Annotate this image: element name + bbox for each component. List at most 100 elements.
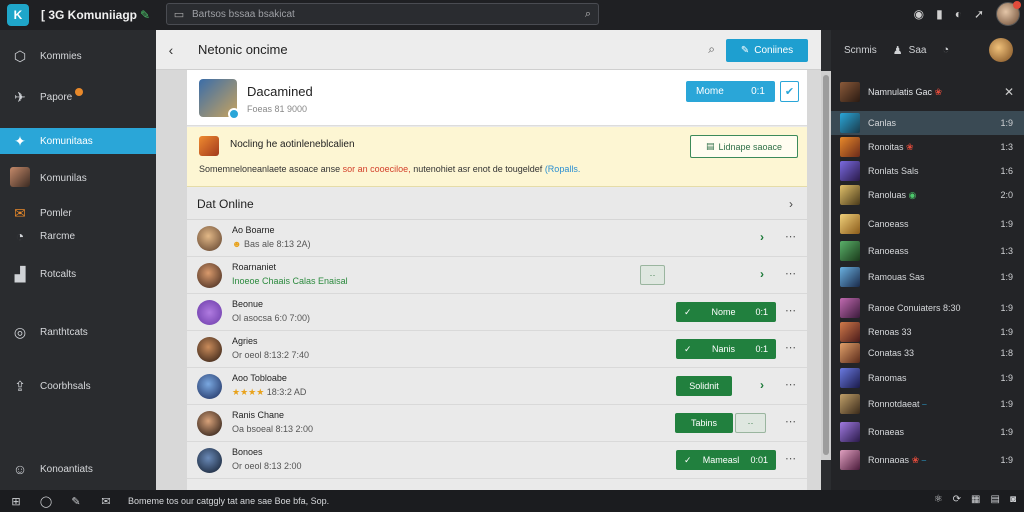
table-row[interactable]: Ao Boarne ☻ Bas ale 8:13 2A) › ⋯ (187, 220, 807, 257)
edit-icon: ⎯ (921, 454, 927, 465)
more-icon[interactable]: ⋯ (785, 341, 796, 354)
right-user-avatar[interactable] (989, 38, 1013, 62)
row-toggle-button[interactable]: ·· (735, 413, 766, 433)
wrench-icon: ✎ (740, 45, 750, 56)
nav-item-konoantiats[interactable]: ☺ Konoantiats (0, 456, 156, 482)
search-input[interactable]: Bartsos bssaa bsakicat (192, 9, 578, 20)
mail-icon: ✉ (14, 204, 26, 221)
nav-item-rotcalts[interactable]: ▟ Rotcalts (0, 261, 156, 287)
row-action-button[interactable]: ✓ Nanis 0:1 (676, 339, 776, 359)
speaker-icon[interactable]: ◙ (1010, 494, 1016, 505)
row-action-button[interactable]: Tabins (675, 413, 733, 433)
more-icon[interactable]: ⋯ (785, 378, 796, 391)
grid-icon[interactable]: ▦ (971, 494, 980, 505)
more-icon[interactable]: ⋯ (785, 230, 796, 243)
user-avatar[interactable] (996, 1, 1021, 26)
list-item[interactable]: Ranomas 1:9 (831, 366, 1024, 390)
nav-item-papore[interactable]: ✈ Papore (0, 84, 156, 110)
row-meta: Or oeol 8:13:2 7:40 (232, 350, 310, 360)
chevron-right-icon[interactable]: › (760, 230, 764, 244)
table-row[interactable]: Ranis Chane Oa bsoeal 8:13 2:00 Tabins ·… (187, 405, 807, 442)
mail-icon[interactable]: ✉ (92, 495, 120, 508)
list-item[interactable]: Ronoitas ❀ 1:3 (831, 135, 1024, 159)
row-button-label: Tabins (690, 418, 717, 428)
more-icon[interactable]: ⋯ (785, 267, 796, 280)
profile-home-button[interactable]: Mome 0:1 (686, 81, 775, 102)
item-value: 1:6 (1000, 166, 1013, 176)
row-button-label: Nanis (712, 344, 736, 354)
nav-item-kommies[interactable]: ⬡ Kommies (0, 43, 156, 69)
chevron-right-icon[interactable]: › (760, 267, 764, 281)
nav-label: Konoantiats (40, 463, 93, 475)
close-icon[interactable]: ✕ (1004, 85, 1014, 99)
chevron-right-icon[interactable]: › (789, 197, 793, 211)
item-thumb (840, 298, 860, 318)
grid-icon[interactable]: ⊞ (2, 495, 30, 508)
list-item[interactable]: Ranoluas ◉ 2:0 (831, 183, 1024, 207)
main-scrollbar[interactable] (821, 71, 831, 460)
camera-icon[interactable]: ◉ (914, 7, 924, 21)
list-item[interactable]: Ronnotdaeat ⎯ 1:9 (831, 392, 1024, 416)
sync-icon[interactable]: ⟳ (953, 494, 961, 505)
row-name: Aoo Tobloabe (232, 373, 287, 383)
nav-item-rarcme[interactable]: ◔ Rarcme (0, 223, 156, 249)
nav-item-komunitaas[interactable]: ✦ Komunitaas (0, 128, 164, 154)
table-row[interactable]: Roarnaniet Inoeoe Chaais Calas Enaisal ·… (187, 257, 807, 294)
search-icon[interactable]: ⌕ (578, 8, 598, 21)
list-item[interactable]: Ronaeas 1:9 (831, 420, 1024, 444)
back-icon[interactable]: ‹ (156, 42, 186, 58)
header-action-button[interactable]: ✎ Coniines (726, 39, 808, 62)
table-row[interactable]: Bonoes Or oeol 8:13 2:00 ✓ Mameasl 0:01 ⋯ (187, 442, 807, 479)
nav-label: Rarcme (40, 230, 76, 242)
wifi-icon[interactable]: ▤ (991, 494, 1000, 505)
list-item[interactable]: Ranoe Conuiaters 8:30 1:9 (831, 293, 1024, 323)
share-icon[interactable]: ⚛ (934, 494, 943, 505)
users-icon[interactable]: ♟ (893, 44, 903, 57)
table-row[interactable]: Beonue Ol asocsa 6:0 7:00) ✓ Nome 0:1 ⋯ (187, 294, 807, 331)
profile-check-button[interactable]: ✔ (780, 81, 799, 102)
nav-item-ranthtcats[interactable]: ◎ Ranthtcats (0, 319, 156, 345)
table-row[interactable]: Aoo Tobloabe ★★★★ 18:3:2 AD Solidnit › ⋯ (187, 368, 807, 405)
search-icon[interactable]: ⌕ (708, 42, 715, 57)
chat-icon[interactable]: ◔ (942, 44, 949, 56)
share-icon[interactable]: ➚ (974, 7, 984, 21)
profile-avatar[interactable] (199, 79, 240, 120)
list-item[interactable]: Ranoeass 1:3 (831, 239, 1024, 263)
list-item[interactable]: Conatas 33 1:8 (831, 341, 1024, 365)
list-item[interactable]: Ronnaoas ❀ ⎯ 1:9 (831, 448, 1024, 472)
list-item[interactable]: Canoeass 1:9 (831, 212, 1024, 236)
scrollbar-thumb[interactable] (823, 75, 829, 455)
row-action-button[interactable]: ✓ Mameasl 0:01 (676, 450, 776, 470)
item-thumb (840, 113, 860, 133)
nav-item-komunilas[interactable]: Komunilas (0, 165, 156, 191)
status-text: Bomeme tos our catggly tat ane sae Boe b… (128, 496, 330, 506)
eye-icon[interactable]: ◐ (955, 7, 962, 21)
page-title: Netonic oncime (198, 42, 288, 57)
edit-icon[interactable]: ✎ (62, 495, 90, 508)
chevron-right-icon[interactable]: › (760, 378, 764, 392)
online-section-header[interactable]: Dat Online › (187, 188, 807, 220)
search-bar[interactable]: ▭ Bartsos bssaa bsakicat ⌕ (166, 3, 599, 25)
right-tab-scnmis[interactable]: Scnmis (844, 45, 877, 56)
row-action-button[interactable]: Solidnit (676, 376, 732, 396)
more-icon[interactable]: ⋯ (785, 452, 796, 465)
right-tab-saa[interactable]: Saa (909, 45, 927, 56)
chat-icon[interactable]: ◯ (32, 495, 60, 508)
community-icon: ✦ (14, 132, 26, 149)
notice-action-button[interactable]: ▤ Lidnape saoace (690, 135, 798, 158)
more-icon[interactable]: ⋯ (785, 304, 796, 317)
list-item[interactable]: Ronlats Sals 1:6 (831, 159, 1024, 183)
avatar (197, 300, 222, 325)
nav-item-coorbhsals[interactable]: ⇪ Coorbhsals (0, 373, 156, 399)
table-row[interactable]: Agries Or oeol 8:13:2 7:40 ✓ Nanis 0:1 ⋯ (187, 331, 807, 368)
row-toggle-button[interactable]: ·· (640, 265, 665, 285)
more-icon[interactable]: ⋯ (785, 415, 796, 428)
app-logo[interactable]: K (7, 4, 29, 26)
row-action-button[interactable]: ✓ Nome 0:1 (676, 302, 776, 322)
notice-link[interactable]: (Ropalls. (545, 164, 581, 174)
list-item[interactable]: Canlas 1:9 (831, 111, 1024, 135)
row-meta-text: Bas ale 8:13 2A) (244, 239, 311, 249)
list-item[interactable]: Ramouas Sas 1:9 (831, 265, 1024, 289)
bookmark-icon[interactable]: ▮ (936, 7, 943, 21)
top-bar: K [ 3G Komuniiagp ✎ ▭ Bartsos bssaa bsaki… (0, 0, 1024, 30)
